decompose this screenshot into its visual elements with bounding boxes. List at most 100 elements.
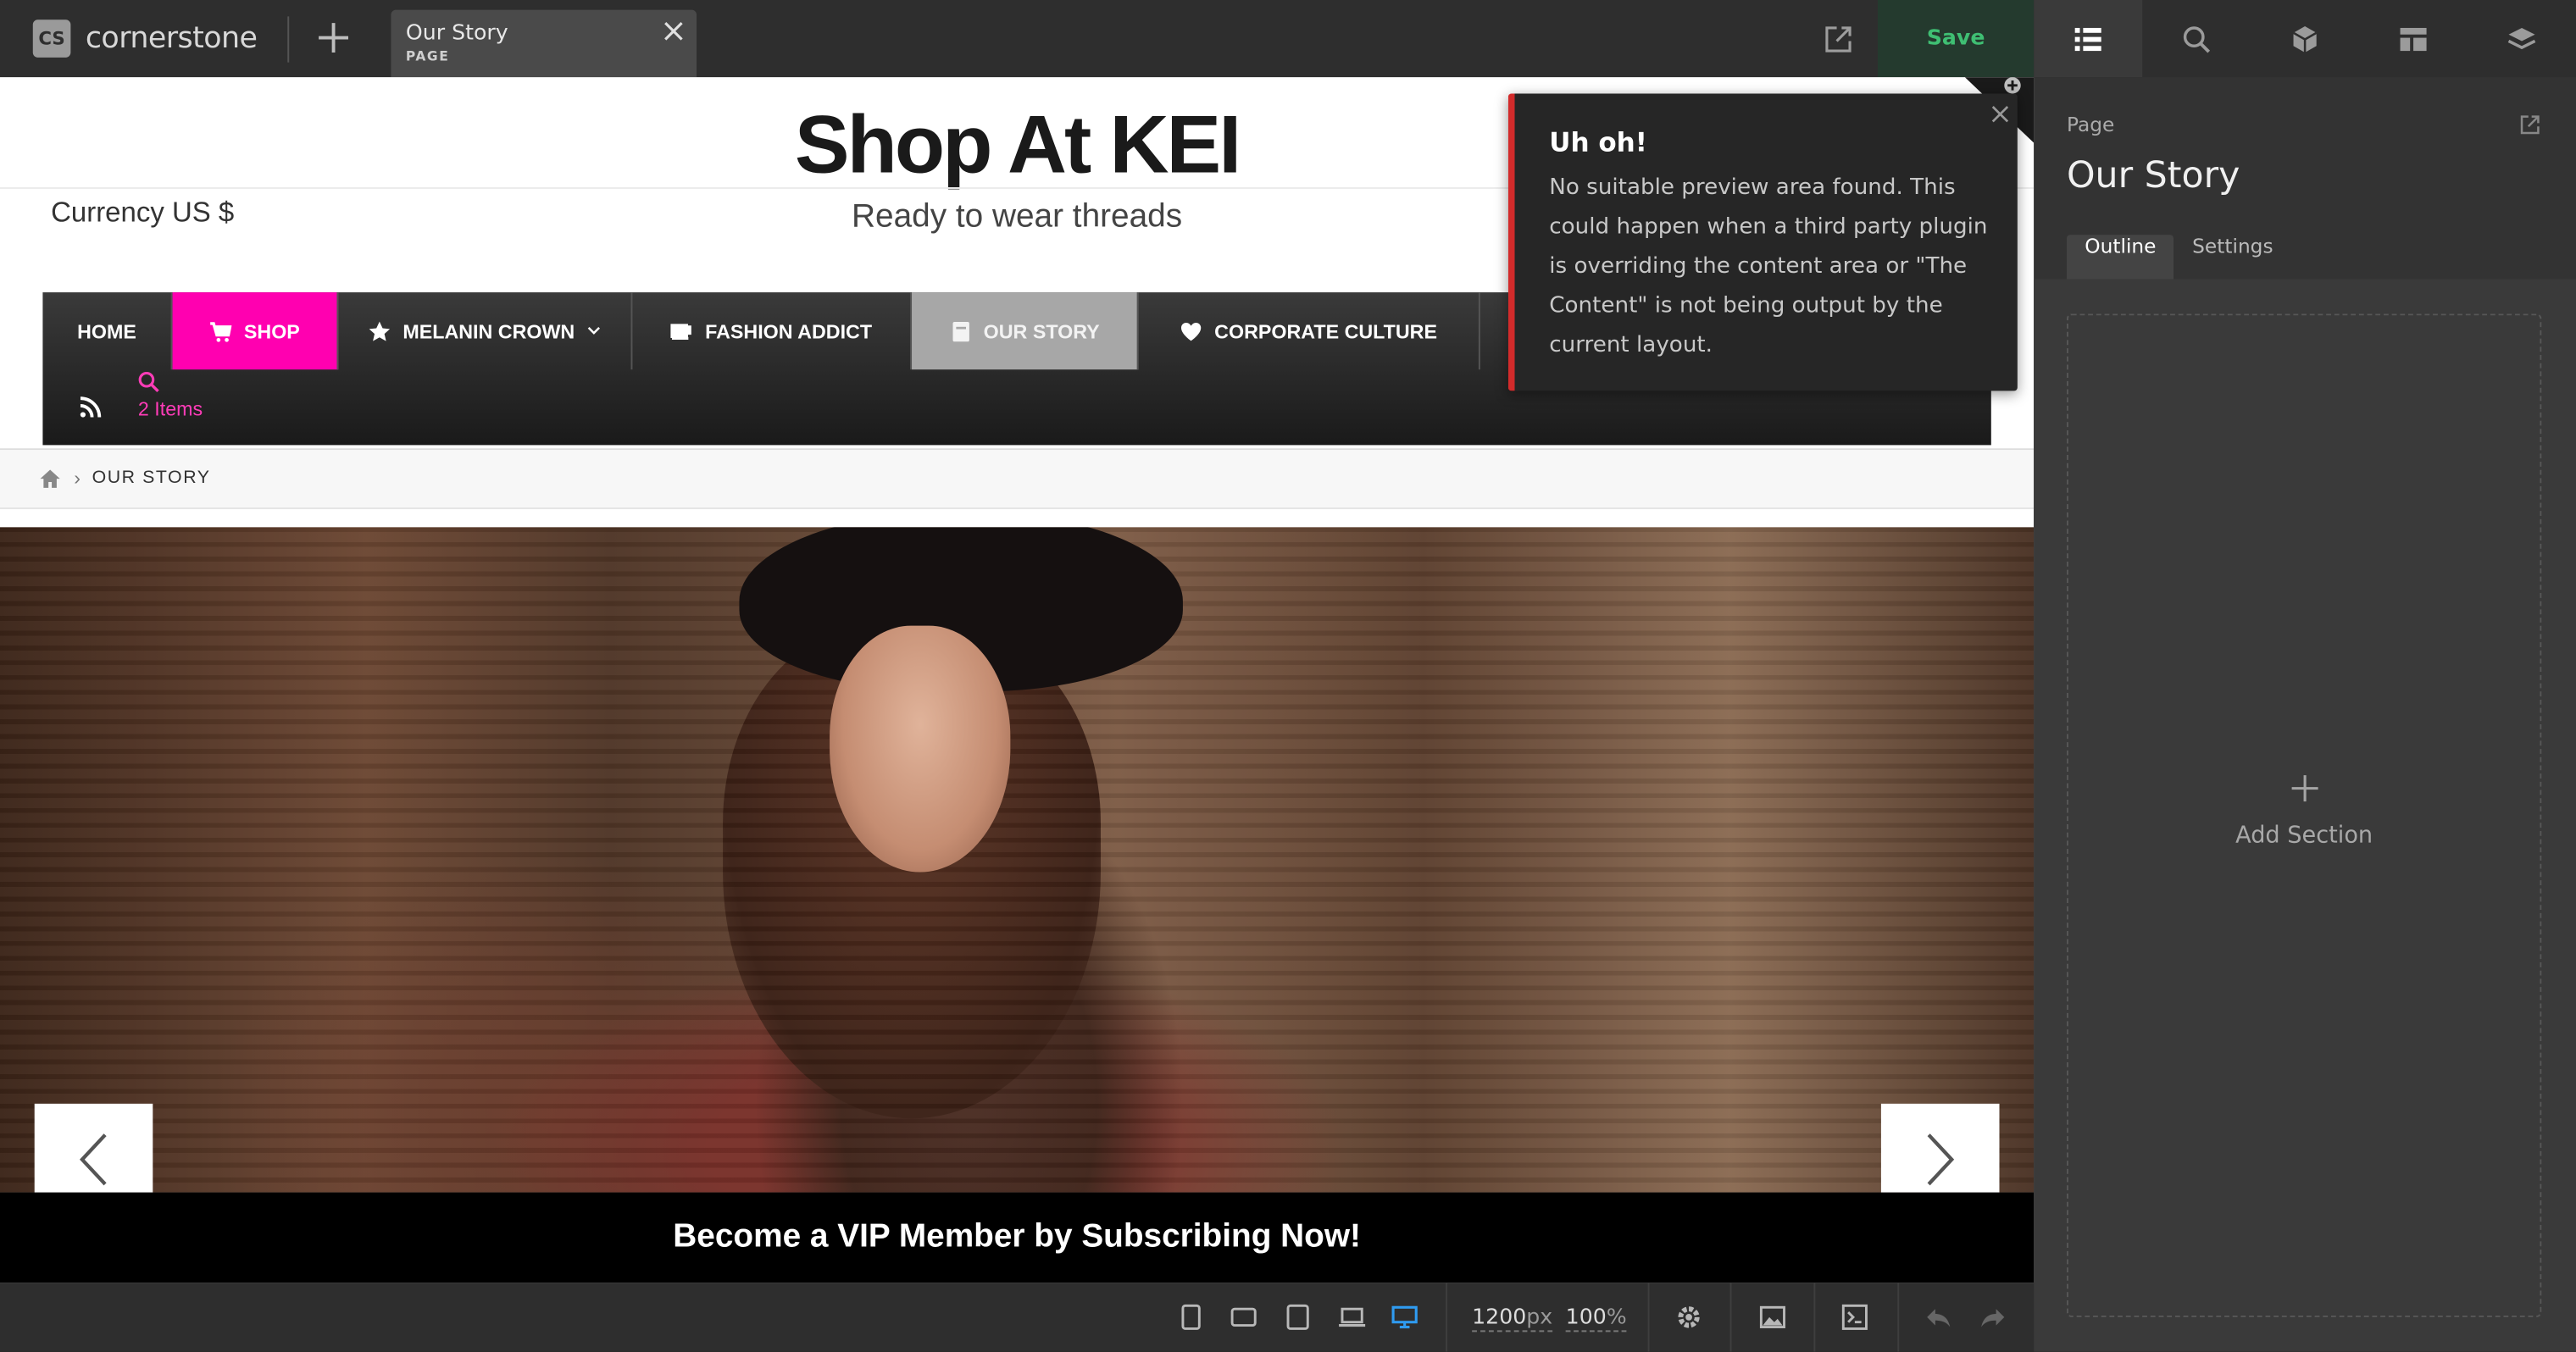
nav-item-corporate-culture[interactable]: CORPORATE CULTURE [1139,292,1480,370]
right-panel: Page Our Story Outline Settings Add Sect… [2034,0,2576,1352]
vip-banner[interactable]: Become a VIP Member by Subscribing Now! [0,1192,2035,1283]
tab-subtitle: PAGE [405,49,450,64]
plus-icon [2291,775,2318,802]
nav-item-melanin-crown[interactable]: MELANIN CROWN [338,292,633,370]
width-unit: px [1526,1305,1553,1331]
image-icon [1759,1305,1785,1328]
error-notification: Uh oh! No suitable preview area found. T… [1507,93,2018,391]
close-tab-button[interactable] [663,19,683,41]
layout-template-icon [2400,26,2427,51]
code-editor-button[interactable] [1840,1302,1869,1332]
zoom-unit: % [1606,1305,1627,1331]
panel-subtabs: Outline Settings [2066,235,2291,280]
breadcrumb-home-link[interactable] [40,468,61,490]
preview-zoom-input[interactable]: 100% [1565,1305,1627,1333]
device-laptop-button[interactable] [1337,1302,1367,1332]
nav-item-our-story[interactable]: OUR STORY [912,292,1139,370]
toolbar-divider [1729,1283,1732,1352]
undo-icon [1927,1309,1951,1327]
tab-outline[interactable] [2034,0,2143,78]
preview-width-input[interactable]: 1200px [1472,1305,1553,1333]
outline-list-icon [2074,26,2101,51]
tab-layout[interactable] [2359,0,2468,77]
add-section-dropzone[interactable]: Add Section [2066,313,2542,1317]
media-library-button[interactable] [1757,1302,1787,1332]
breadcrumb: › OUR STORY [0,450,2035,510]
rss-link[interactable] [79,396,102,418]
breadcrumb-current: OUR STORY [92,468,211,488]
code-terminal-icon [1841,1304,1868,1330]
search-icon [2183,25,2211,53]
notification-close-button[interactable] [1991,102,2009,123]
undo-button[interactable] [1924,1302,1953,1332]
nav-item-home[interactable]: HOME [42,292,173,370]
bottom-toolbar: 1200px 100% [0,1283,2035,1352]
chevron-down-icon [587,327,600,335]
cornerstone-editor: CS cornerstone Our Story PAGE Save Shop … [0,0,2576,1352]
outline-body: Add Section [2034,279,2576,1352]
tab-elements[interactable] [2251,0,2359,77]
breadcrumb-separator: › [74,466,81,490]
hero-face-shape [830,625,1011,873]
settings-button[interactable] [1674,1302,1704,1332]
nav-label: HOME [77,319,136,343]
tab-search[interactable] [2142,0,2251,77]
device-phone-landscape-button[interactable] [1229,1302,1258,1332]
hero-slider-image [0,527,2035,1193]
cart-icon [211,321,233,341]
cart-items-link[interactable]: 2 Items [138,397,203,420]
nav-label: MELANIN CROWN [402,319,575,343]
close-icon [664,22,683,41]
phone-icon [1181,1304,1201,1330]
nav-label: OUR STORY [983,319,1100,343]
chevron-right-icon [1927,1133,1955,1186]
subtab-settings[interactable]: Settings [2174,235,2291,279]
tablet-icon [1286,1304,1309,1330]
top-bar: CS cornerstone Our Story PAGE Save [0,0,2035,78]
logo-badge: CS [32,19,71,58]
save-button[interactable]: Save [1878,0,2035,78]
book-icon [952,321,969,341]
zoom-value: 100 [1565,1305,1607,1331]
document-tab[interactable]: Our Story PAGE [391,9,697,78]
slider-next-button[interactable] [1880,1103,2000,1193]
add-section-icon [2289,772,2322,805]
elements-cube-icon [2292,25,2318,53]
nav-label: SHOP [243,319,300,343]
close-icon [1991,106,2009,123]
panel-external-link[interactable] [2518,114,2541,136]
nav-item-fashion-addict[interactable]: FASHION ADDICT [632,292,913,370]
desktop-icon [1391,1305,1418,1329]
panel-tabs [2034,0,2576,78]
view-site-button[interactable] [1824,25,1853,54]
redo-icon [1981,1309,2005,1327]
cart-search-button[interactable] [138,371,159,393]
redo-button[interactable] [1978,1302,2007,1332]
device-tablet-button[interactable] [1283,1302,1313,1332]
logo-text: cornerstone [85,21,258,56]
device-desktop-button[interactable] [1390,1302,1419,1332]
device-phone-portrait-button[interactable] [1176,1302,1206,1332]
tab-title: Our Story [405,21,508,47]
gear-icon [1678,1306,1700,1328]
toolbar-divider [1647,1283,1650,1352]
slider-prev-button[interactable] [34,1103,153,1193]
external-link-icon [1825,26,1852,53]
subtab-outline[interactable]: Outline [2066,235,2174,280]
mug-icon [670,323,692,339]
panel-page-title: Our Story [2066,156,2240,197]
layers-icon [2507,26,2536,49]
notification-message: No suitable preview area found. This cou… [1549,174,1988,358]
laptop-icon [1339,1307,1366,1327]
new-document-button[interactable] [312,16,354,58]
add-section-label: Add Section [2235,823,2373,850]
phone-landscape-icon [1230,1307,1257,1327]
panel-context-label: Page [2066,113,2115,136]
toolbar-divider [1446,1283,1448,1352]
nav-item-shop[interactable]: SHOP [172,292,339,370]
cornerstone-logo[interactable]: CS cornerstone [32,19,258,58]
external-link-icon [2520,115,2540,135]
top-divider [287,16,290,63]
plus-icon [319,23,349,53]
tab-layers[interactable] [2468,0,2576,77]
